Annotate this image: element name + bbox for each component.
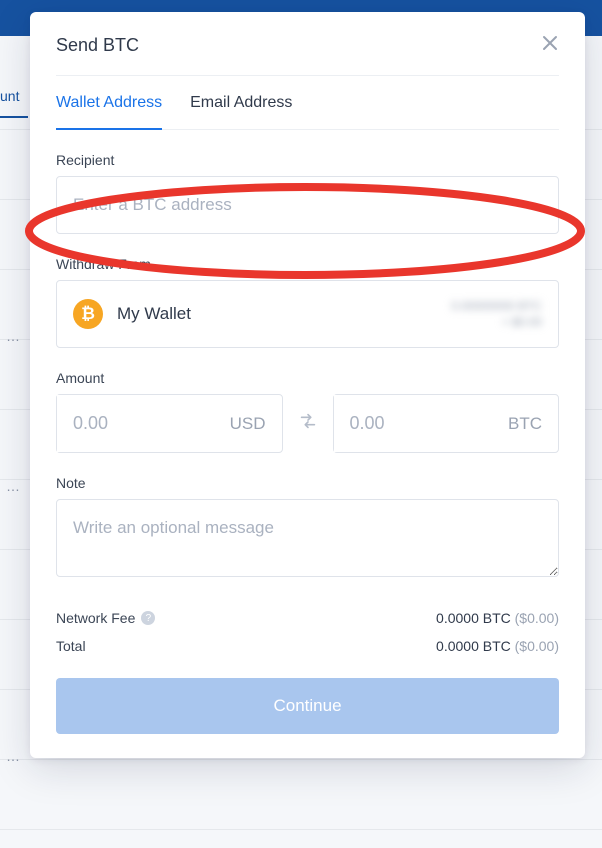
continue-button[interactable]: Continue bbox=[56, 678, 559, 734]
send-btc-modal: Send BTC Wallet Address Email Address Re… bbox=[30, 12, 585, 758]
modal-header: Send BTC bbox=[30, 12, 585, 75]
background-ellipsis: … bbox=[6, 748, 20, 764]
note-input[interactable] bbox=[56, 499, 559, 577]
withdraw-from-label: Withdraw From bbox=[56, 256, 559, 272]
amount-usd-input[interactable] bbox=[57, 395, 182, 452]
swap-currency-button[interactable] bbox=[297, 410, 319, 438]
bitcoin-icon: ₿ bbox=[73, 299, 103, 329]
wallet-balance-blurred: 0.00000000 BTC ≈ $0.00 bbox=[451, 299, 542, 329]
amount-btc-input[interactable] bbox=[334, 395, 459, 452]
usd-currency-label: USD bbox=[230, 414, 266, 434]
withdraw-from-select[interactable]: ₿ My Wallet 0.00000000 BTC ≈ $0.00 bbox=[56, 280, 559, 348]
fee-summary: Network Fee ? 0.0000 BTC ($0.00) Total 0… bbox=[56, 604, 559, 660]
recipient-section: Recipient bbox=[56, 152, 559, 234]
background-ellipsis: … bbox=[6, 478, 20, 494]
close-button[interactable] bbox=[541, 34, 559, 57]
help-icon[interactable]: ? bbox=[141, 611, 155, 625]
modal-title: Send BTC bbox=[56, 35, 139, 56]
total-label: Total bbox=[56, 638, 86, 654]
recipient-label: Recipient bbox=[56, 152, 559, 168]
recipient-input[interactable] bbox=[56, 176, 559, 234]
wallet-name: My Wallet bbox=[117, 304, 191, 324]
total-value: 0.0000 BTC ($0.00) bbox=[436, 638, 559, 654]
tab-wallet-address[interactable]: Wallet Address bbox=[56, 76, 162, 130]
amount-usd-box: USD bbox=[56, 394, 283, 453]
address-type-tabs: Wallet Address Email Address bbox=[56, 75, 559, 130]
amount-section: Amount USD BTC bbox=[56, 370, 559, 453]
network-fee-label: Network Fee bbox=[56, 610, 135, 626]
swap-icon bbox=[297, 410, 319, 432]
amount-btc-box: BTC bbox=[333, 394, 560, 453]
close-icon bbox=[541, 34, 559, 52]
amount-label: Amount bbox=[56, 370, 559, 386]
network-fee-value: 0.0000 BTC ($0.00) bbox=[436, 610, 559, 626]
btc-currency-label: BTC bbox=[508, 414, 542, 434]
tab-email-address[interactable]: Email Address bbox=[190, 76, 292, 130]
background-ellipsis: … bbox=[6, 328, 20, 344]
note-section: Note bbox=[56, 475, 559, 582]
withdraw-from-section: Withdraw From ₿ My Wallet 0.00000000 BTC… bbox=[56, 256, 559, 348]
note-label: Note bbox=[56, 475, 559, 491]
